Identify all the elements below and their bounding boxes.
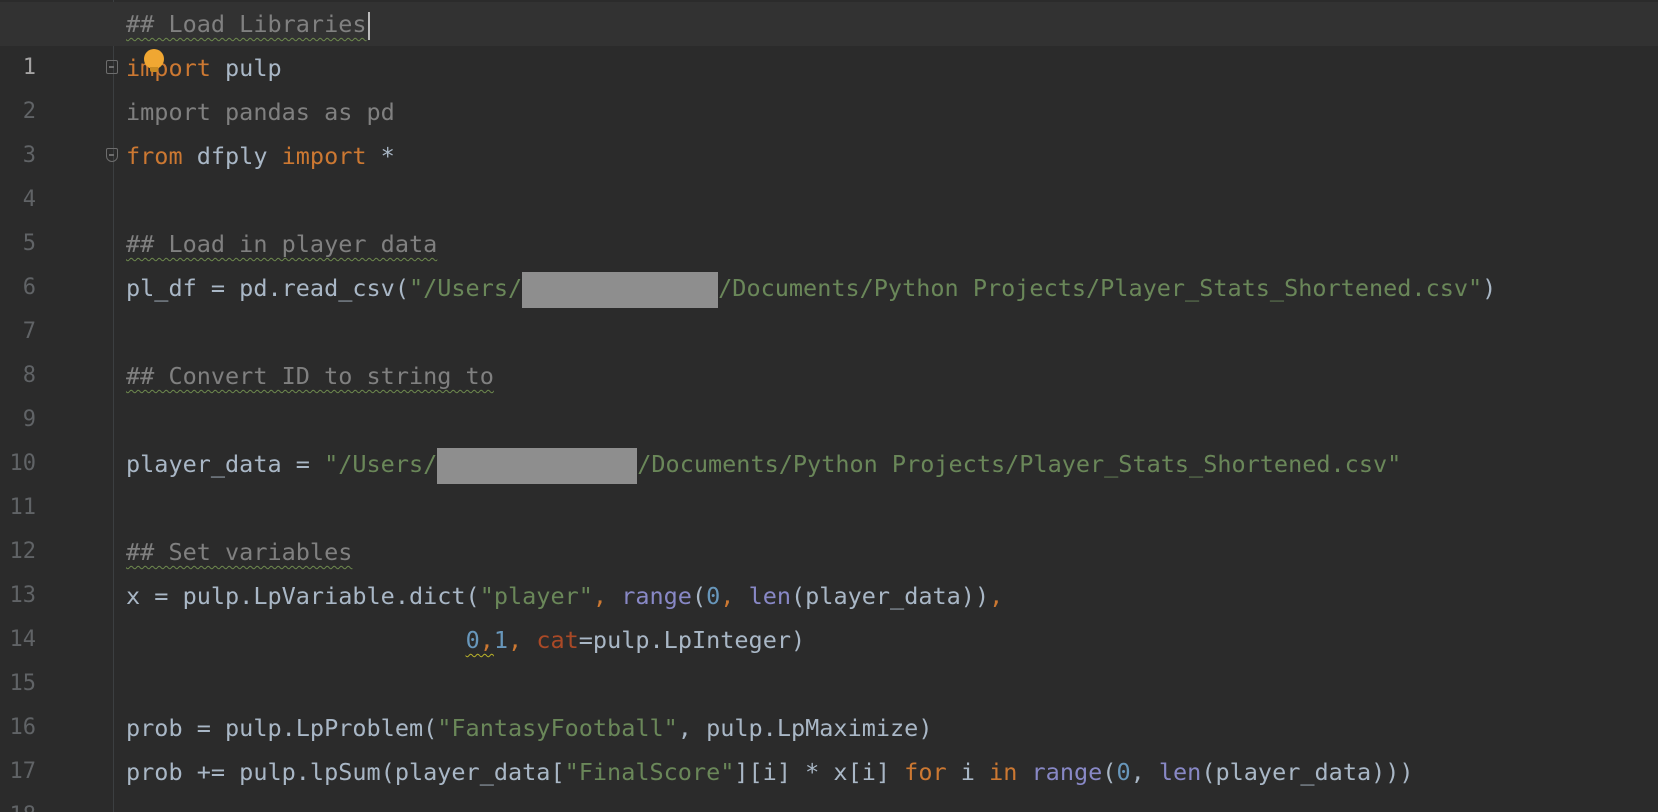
keyword: in [989,758,1018,786]
punctuation: , [479,626,494,654]
code-line[interactable]: 14 x = pulp.LpVariable.dict("player", ra… [0,574,1658,652]
line-content[interactable]: player_data = "/Users/ /Documents/Python … [126,442,1401,486]
punctuation: , [508,626,537,654]
string-literal: "FinalScore" [564,758,735,786]
code-text: ) [1482,274,1497,302]
code-line[interactable]: 2 import pulp [0,46,1658,124]
intention-bulb-icon[interactable] [144,49,164,72]
keyword: import [126,54,211,82]
identifier: pulp [210,54,282,82]
code-line[interactable]: 9 ## Convert ID to string to [0,354,1658,432]
code-line[interactable]: 16 [0,662,1658,740]
code-text: , pulp.LpMaximize) [677,714,933,742]
code-line[interactable]: 18 prob += pulp.lpSum(player_data["Final… [0,750,1658,812]
string-literal: "FantasyFootball" [437,714,678,742]
line-content[interactable]: ## Convert ID to string to [126,354,494,398]
code-text: ( [691,582,707,610]
code-line[interactable]: 3 import pandas as pd [0,90,1658,168]
keyword-argument: cat [536,626,579,654]
code-line[interactable]: 5 [0,178,1658,256]
code-text: x = pulp.LpVariable.dict( [126,582,480,610]
line-content[interactable]: 0,1, cat=pulp.LpInteger) [126,618,806,662]
builtin: range [1031,758,1103,786]
number: 0 [1116,758,1131,786]
code-text: ( [1102,758,1117,786]
line-content[interactable]: pl_df = pd.read_csv("/Users/ /Documents/P… [126,266,1496,310]
string-literal: "/Users/ [324,450,438,478]
punctuation: , [592,582,622,610]
string-literal: "player" [479,582,593,610]
builtin: len [748,582,792,610]
code-line[interactable]: 17 prob = pulp.LpProblem("FantasyFootbal… [0,706,1658,784]
line-content[interactable]: import pandas as pd [126,90,395,134]
punctuation: , [989,582,1004,610]
keyword: import [281,142,367,170]
redaction-block [437,447,638,484]
code-text: , [1130,758,1159,786]
code-line[interactable]: 10 [0,398,1658,476]
comment: ## Set variables [126,538,353,566]
keyword: from [126,142,183,170]
code-text: prob = pulp.LpProblem( [126,714,438,742]
code-line[interactable]: 8 [0,310,1658,388]
comment: ## Convert ID to string to [126,362,494,390]
line-content[interactable]: prob = pulp.LpProblem("FantasyFootball",… [126,706,932,750]
code-line[interactable] [0,794,1658,812]
code-text: (player_data))) [1201,758,1414,786]
redaction-block [522,271,719,308]
string-literal: "/Users/ [408,274,523,302]
code-line[interactable]: 6 ## Load in player data [0,222,1658,300]
string-literal: /Documents/Python Projects/Player_Stats_… [718,274,1483,302]
code-line[interactable]: 7 pl_df = pd.read_csv("/Users//Documents… [0,266,1658,344]
code-line[interactable]: 4 from dfply import * [0,134,1658,212]
line-content[interactable]: ## Load Libraries [126,2,370,46]
code-line[interactable]: 1 ## Load Libraries [0,2,1658,80]
code-text: i [946,758,990,786]
code-text: pl_df = pd.read_csv( [126,274,409,302]
code-editor[interactable]: 1 ## Load Libraries 2 import pulp 3 impo… [0,0,1658,812]
builtin: len [1158,758,1202,786]
line-content[interactable]: ## Load in player data [126,222,437,266]
code-text: (player_data)) [791,582,990,610]
line-content[interactable]: prob += pulp.lpSum(player_data["FinalSco… [126,750,1414,794]
punctuation: , [720,582,749,610]
code-text: ][i] * x[i] [734,758,905,786]
number: 1 [493,626,509,654]
code-line[interactable]: 12 [0,486,1658,564]
code-line[interactable]: 11 player_data = "/Users//Documents/Pyth… [0,442,1658,520]
identifier: * [366,142,395,170]
line-content[interactable]: x = pulp.LpVariable.dict("player", range… [126,574,1003,618]
code-line[interactable]: 15 0,1, cat=pulp.LpInteger) [0,618,1658,696]
number: 0 [706,582,721,610]
code-text: prob += pulp.lpSum(player_data[ [126,758,565,786]
code-text: =pulp.LpInteger) [578,626,806,654]
identifier: dfply [182,142,282,170]
builtin: range [621,582,692,610]
line-content[interactable]: from dfply import * [126,134,395,178]
code-text: player_data = [126,450,325,478]
comment: ## Load Libraries [126,10,367,38]
keyword: for [904,758,947,786]
text-caret [367,11,370,40]
comment: ## Load in player data [126,230,438,258]
number: 0 [465,626,480,654]
code-line[interactable]: 13 ## Set variables [0,530,1658,608]
string-literal: /Documents/Python Projects/Player_Stats_… [637,450,1402,478]
line-content[interactable]: ## Set variables [126,530,352,574]
